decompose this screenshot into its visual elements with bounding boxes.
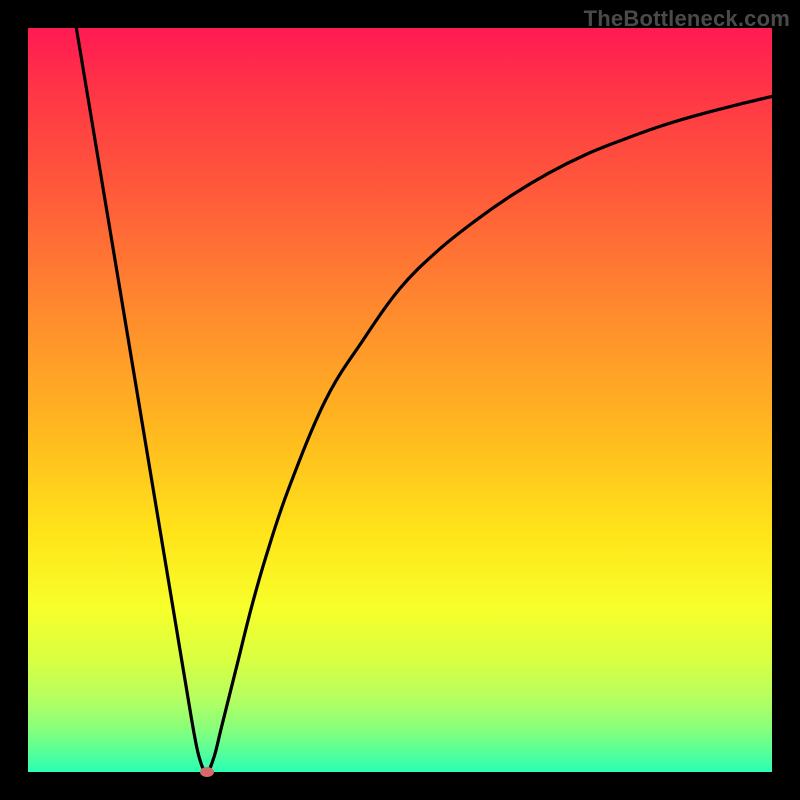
chart-frame: TheBottleneck.com (0, 0, 800, 800)
min-point-marker (200, 767, 214, 777)
bottleneck-curve (76, 28, 772, 772)
watermark-text: TheBottleneck.com (584, 6, 790, 32)
curve-svg (28, 28, 772, 772)
chart-plot-area (28, 28, 772, 772)
